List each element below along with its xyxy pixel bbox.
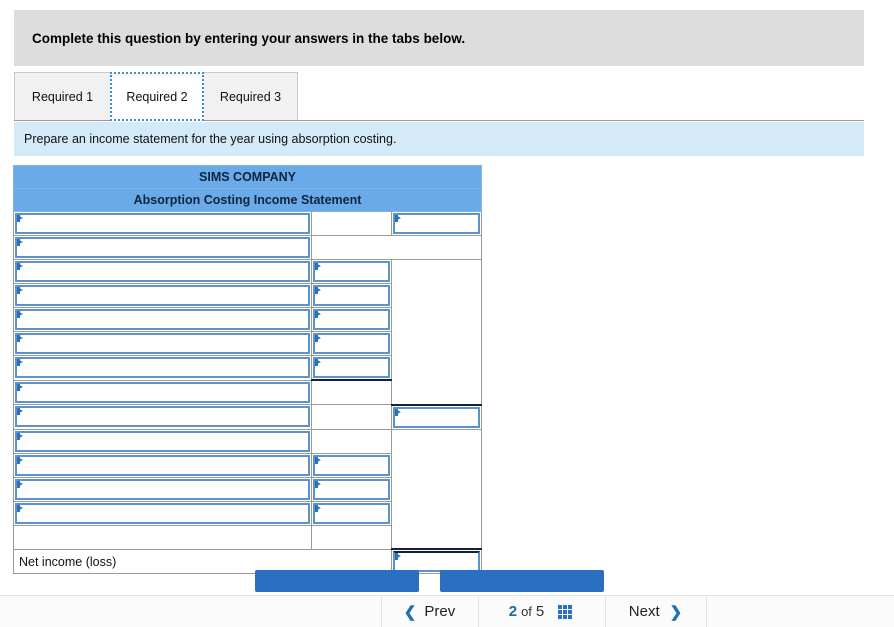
line-label-input-5[interactable] xyxy=(15,309,310,330)
label-cell xyxy=(13,476,312,502)
amount-cell-mid xyxy=(311,259,392,284)
amount-cell-mid xyxy=(311,500,392,526)
worksheet-title-row: SIMS COMPANY xyxy=(12,165,483,189)
nav-divider xyxy=(706,596,707,627)
current-page-number: 2 xyxy=(508,603,518,620)
amount-cell-mid xyxy=(311,355,392,381)
company-name-header: SIMS COMPANY xyxy=(12,165,483,189)
amount-input-mid-12[interactable] xyxy=(313,478,390,500)
amount-input-mid-13[interactable] xyxy=(313,502,390,524)
total-page-count: 5 xyxy=(535,603,545,620)
amount-input-mid-4[interactable] xyxy=(313,285,390,306)
tab-required-1[interactable]: Required 1 xyxy=(14,72,110,121)
amount-cell-mid xyxy=(311,428,392,454)
bottom-navigation-bar: ❮ Prev 2 of 5 Next ❯ xyxy=(0,595,894,627)
label-cell xyxy=(13,307,312,332)
prev-button-label: Prev xyxy=(424,603,456,620)
table-row xyxy=(13,211,483,236)
amount-input-right-9[interactable] xyxy=(393,406,481,428)
question-prompt-banner: Complete this question by entering your … xyxy=(14,10,864,66)
line-label-input-9[interactable] xyxy=(15,406,310,428)
instruction-text: Prepare an income statement for the year… xyxy=(24,132,397,146)
statement-title-header: Absorption Costing Income Statement xyxy=(12,188,483,212)
tab-required-2-label: Required 2 xyxy=(126,89,188,104)
table-row xyxy=(13,428,483,550)
label-cell xyxy=(13,355,312,381)
label-cell xyxy=(13,235,312,260)
amount-cell-span xyxy=(310,235,483,260)
next-required-button[interactable] xyxy=(440,570,604,592)
amount-cell-right xyxy=(390,211,483,236)
amount-cell-mid xyxy=(311,404,392,430)
amount-cell-mid xyxy=(311,524,392,550)
line-label-input-1[interactable] xyxy=(15,213,310,234)
net-income-label: Net income (loss) xyxy=(19,554,117,569)
amount-cell-mid xyxy=(311,379,392,405)
chevron-right-icon: ❯ xyxy=(669,603,683,621)
label-cell xyxy=(13,452,312,478)
amount-input-mid-11[interactable] xyxy=(313,454,390,476)
line-label-input-10[interactable] xyxy=(15,430,310,452)
amount-input-mid-5[interactable] xyxy=(313,309,390,330)
prev-button[interactable]: ❮ Prev xyxy=(381,596,478,627)
label-cell xyxy=(13,211,312,236)
net-income-input[interactable] xyxy=(393,551,481,572)
amount-cell-mid xyxy=(311,331,392,356)
amount-input-right-1[interactable] xyxy=(393,213,481,234)
line-label-input-3[interactable] xyxy=(15,261,310,282)
label-cell xyxy=(13,379,312,405)
line-label-input-7[interactable] xyxy=(15,357,310,379)
tab-required-3-label: Required 3 xyxy=(219,89,282,104)
amount-cell-mid xyxy=(311,452,392,478)
table-row xyxy=(13,403,483,430)
line-label-input-4[interactable] xyxy=(15,285,310,306)
label-cell xyxy=(13,524,312,550)
amount-input-mid-7[interactable] xyxy=(313,357,390,378)
line-label-input-11[interactable] xyxy=(15,454,310,476)
line-label-input-2[interactable] xyxy=(15,237,310,258)
table-row xyxy=(13,259,483,405)
line-label-input-6[interactable] xyxy=(15,333,310,354)
amount-cell-right-merged-a xyxy=(390,259,483,405)
label-cell xyxy=(13,283,312,308)
page-indicator: 2 of 5 xyxy=(478,596,605,627)
label-cell xyxy=(13,404,312,430)
amount-input-mid-3[interactable] xyxy=(313,261,390,282)
line-label-input-12[interactable] xyxy=(15,478,310,500)
label-cell xyxy=(13,259,312,284)
page-of-label: of xyxy=(521,604,532,619)
amount-cell-mid xyxy=(311,476,392,502)
required-tabs: Required 1 Required 2 Required 3 xyxy=(14,72,864,122)
amount-cell-mid xyxy=(311,307,392,332)
tab-required-2[interactable]: Required 2 xyxy=(110,72,204,121)
amount-cell-mid xyxy=(311,211,392,236)
line-label-input-13[interactable] xyxy=(15,502,310,524)
instruction-bar: Prepare an income statement for the year… xyxy=(14,122,864,156)
previous-required-button[interactable] xyxy=(255,570,419,592)
label-cell xyxy=(13,428,312,454)
question-prompt-text: Complete this question by entering your … xyxy=(32,30,466,46)
amount-cell-right-merged-b xyxy=(390,428,483,550)
amount-cell-mid xyxy=(311,283,392,308)
next-button[interactable]: Next ❯ xyxy=(605,596,706,627)
tab-required-3[interactable]: Required 3 xyxy=(204,72,298,121)
line-label-input-8[interactable] xyxy=(15,381,310,403)
absorption-costing-worksheet: SIMS COMPANY Absorption Costing Income S… xyxy=(12,165,483,574)
amount-cell-right xyxy=(390,403,483,430)
tab-required-1-label: Required 1 xyxy=(31,89,94,104)
amount-input-mid-6[interactable] xyxy=(313,333,390,354)
table-row xyxy=(13,235,483,260)
chevron-left-icon: ❮ xyxy=(403,603,417,621)
next-button-label: Next xyxy=(628,603,660,620)
label-cell xyxy=(13,331,312,356)
worksheet-subtitle-row: Absorption Costing Income Statement xyxy=(12,188,483,212)
label-cell xyxy=(13,500,312,526)
grid-icon[interactable] xyxy=(558,604,574,619)
